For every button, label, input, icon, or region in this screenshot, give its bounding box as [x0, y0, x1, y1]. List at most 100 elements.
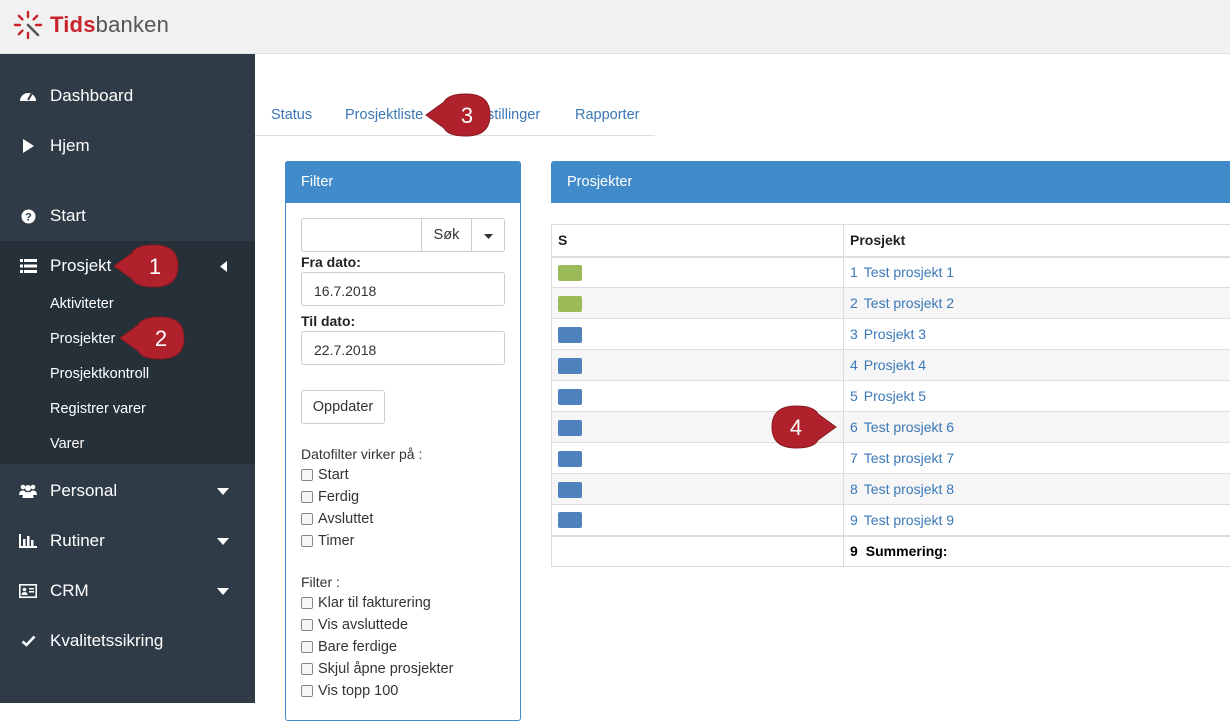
project-number: 8	[850, 481, 858, 497]
project-number: 5	[850, 388, 858, 404]
callout-number: 4	[790, 415, 802, 440]
column-header-prosjekt[interactable]: Prosjekt	[844, 225, 1230, 257]
projects-table: S Prosjekt 1Test prosjekt 1 2Test prosjek…	[551, 224, 1230, 567]
to-date-field[interactable]: 22.7.2018	[301, 331, 505, 365]
submenu-item-aktiviteter[interactable]: Aktiviteter	[50, 296, 114, 312]
callout-marker-1: 1	[112, 243, 182, 289]
submenu-item-registrer-varer[interactable]: Registrer varer	[50, 401, 146, 417]
datefilter-ferdig-checkbox[interactable]: Ferdig	[301, 489, 359, 505]
table-row[interactable]: 6 Test prosjekt 6	[552, 412, 1230, 443]
sidebar-item-hjem[interactable]: Hjem	[0, 121, 255, 171]
check-icon	[18, 631, 38, 651]
search-input[interactable]	[301, 218, 423, 252]
filter-skjul-apne-checkbox[interactable]: Skjul åpne prosjekter	[301, 661, 453, 677]
summary-row: 9Summering:	[552, 536, 1230, 567]
checkbox-label: Start	[318, 467, 349, 483]
project-link[interactable]: 5Prosjekt 5	[850, 388, 926, 404]
checkbox[interactable]	[301, 641, 313, 653]
project-cell: 6 Test prosjekt 6	[844, 412, 1230, 443]
checkbox-label: Vis topp 100	[318, 683, 398, 699]
checkbox[interactable]	[301, 513, 313, 525]
from-date-field[interactable]: 16.7.2018	[301, 272, 505, 306]
caret-down-icon	[216, 584, 230, 598]
project-link[interactable]: 3Prosjekt 3	[850, 326, 926, 342]
status-cell	[552, 288, 844, 319]
sidebar-item-kvalitetssikring[interactable]: Kvalitetssikring	[0, 616, 255, 666]
sidebar-item-personal[interactable]: Personal	[0, 466, 255, 516]
callout-number: 1	[149, 254, 161, 279]
status-swatch	[558, 420, 582, 436]
project-link[interactable]: 8Test prosjekt 8	[850, 481, 954, 497]
status-cell	[552, 319, 844, 350]
table-row[interactable]: 5Prosjekt 5	[552, 381, 1230, 412]
project-link[interactable]: 6 Test prosjekt 6	[850, 419, 954, 435]
filter-vis-topp-100-checkbox[interactable]: Vis topp 100	[301, 683, 398, 699]
caret-left-icon	[216, 259, 230, 273]
project-link[interactable]: 4Prosjekt 4	[850, 357, 926, 373]
sidebar-item-label: Hjem	[50, 136, 90, 156]
table-row[interactable]: 8Test prosjekt 8	[552, 474, 1230, 505]
status-cell	[552, 350, 844, 381]
table-row[interactable]: 1Test prosjekt 1	[552, 257, 1230, 288]
sidebar-item-label: Start	[50, 206, 86, 226]
filter-vis-avsluttede-checkbox[interactable]: Vis avsluttede	[301, 617, 408, 633]
projects-panel-title: Prosjekter	[551, 161, 1230, 203]
summary-empty-cell	[552, 536, 844, 567]
tidsbanken-logo[interactable]: Tidsbanken	[12, 8, 169, 42]
caret-down-icon	[216, 534, 230, 548]
project-cell: 8Test prosjekt 8	[844, 474, 1230, 505]
checkbox[interactable]	[301, 469, 313, 481]
submenu-item-prosjektkontroll[interactable]: Prosjektkontroll	[50, 366, 149, 382]
sidebar-item-start[interactable]: ? Start	[0, 191, 255, 241]
datefilter-avsluttet-checkbox[interactable]: Avsluttet	[301, 511, 373, 527]
project-number: 6	[850, 419, 858, 435]
table-row[interactable]: 9Test prosjekt 9	[552, 505, 1230, 536]
tab-status[interactable]: Status	[271, 107, 312, 123]
checkbox[interactable]	[301, 535, 313, 547]
project-name: Test prosjekt 9	[864, 512, 954, 528]
callout-marker-2: 2	[118, 315, 188, 361]
table-row[interactable]: 2Test prosjekt 2	[552, 288, 1230, 319]
search-button[interactable]: Søk	[421, 218, 472, 252]
table-row[interactable]: 7Test prosjekt 7	[552, 443, 1230, 474]
checkbox[interactable]	[301, 685, 313, 697]
tab-rapporter[interactable]: Rapporter	[575, 107, 639, 123]
clock-logo-icon	[12, 9, 44, 41]
filter-bare-ferdige-checkbox[interactable]: Bare ferdige	[301, 639, 397, 655]
column-header-status[interactable]: S	[552, 225, 844, 257]
tab-innstillinger[interactable]: stillinger	[487, 107, 540, 123]
search-options-dropdown[interactable]	[471, 218, 505, 252]
submenu-item-varer[interactable]: Varer	[50, 436, 84, 452]
checkbox-label: Avsluttet	[318, 511, 373, 527]
sidebar-item-label: Personal	[50, 481, 117, 501]
sidebar-item-rutiner[interactable]: Rutiner	[0, 516, 255, 566]
submenu-item-prosjekter[interactable]: Prosjekter	[50, 331, 115, 347]
datefilter-start-checkbox[interactable]: Start	[301, 467, 349, 483]
project-link[interactable]: 7Test prosjekt 7	[850, 450, 954, 466]
sidebar-item-crm[interactable]: CRM	[0, 566, 255, 616]
sidebar-item-dashboard[interactable]: Dashboard	[0, 71, 255, 121]
project-link[interactable]: 9Test prosjekt 9	[850, 512, 954, 528]
checkbox[interactable]	[301, 619, 313, 631]
callout-marker-4: 4	[768, 404, 838, 450]
filter-klar-til-fakturering-checkbox[interactable]: Klar til fakturering	[301, 595, 431, 611]
update-button[interactable]: Oppdater	[301, 390, 385, 424]
project-name: Test prosjekt 6	[864, 419, 954, 435]
datefilter-timer-checkbox[interactable]: Timer	[301, 533, 355, 549]
table-row[interactable]: 4Prosjekt 4	[552, 350, 1230, 381]
project-link[interactable]: 1Test prosjekt 1	[850, 264, 954, 280]
project-number: 7	[850, 450, 858, 466]
checkbox[interactable]	[301, 597, 313, 609]
table-row[interactable]: 3Prosjekt 3	[552, 319, 1230, 350]
checkbox[interactable]	[301, 491, 313, 503]
id-card-icon	[18, 581, 38, 601]
checkbox-label: Bare ferdige	[318, 639, 397, 655]
checkbox[interactable]	[301, 663, 313, 675]
top-bar: Tidsbanken	[0, 0, 1230, 54]
project-cell: 3Prosjekt 3	[844, 319, 1230, 350]
summary-cell: 9Summering:	[844, 536, 1230, 567]
dashboard-icon	[18, 86, 38, 106]
project-number: 4	[850, 357, 858, 373]
project-link[interactable]: 2Test prosjekt 2	[850, 295, 954, 311]
tab-prosjektliste[interactable]: Prosjektliste	[345, 107, 423, 123]
